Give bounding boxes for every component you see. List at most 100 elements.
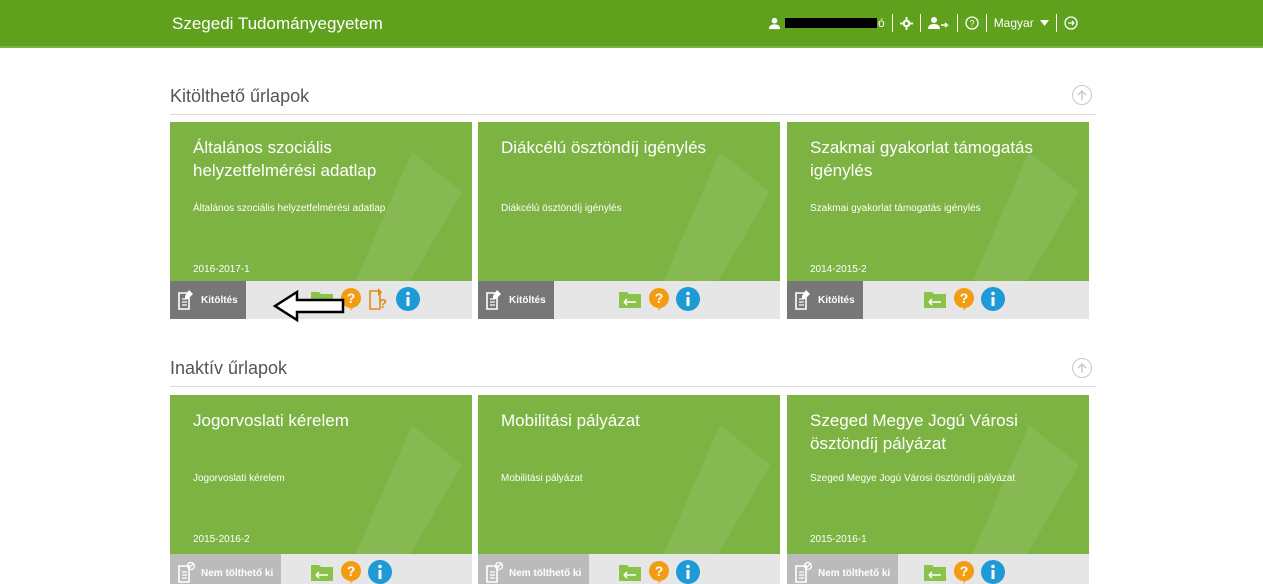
chevron-down-icon: [1039, 20, 1049, 26]
switch-user-icon[interactable]: [927, 16, 950, 30]
disabled-button: Nem tölthető ki: [170, 554, 282, 584]
header-toolbar: ó ? Magyar: [768, 13, 1078, 33]
fill-button[interactable]: Kitöltés: [787, 281, 863, 319]
disabled-button: Nem tölthető ki: [478, 554, 590, 584]
disabled-button: Nem tölthető ki: [787, 554, 899, 584]
svg-text:?: ?: [379, 296, 387, 311]
card-action-bar: Kitöltés ?: [478, 281, 780, 319]
logout-icon[interactable]: [1064, 16, 1078, 30]
card-title: Diákcélú ösztöndíj igénylés: [501, 138, 707, 157]
user-label-tail: ó: [878, 16, 885, 30]
form-disabled-icon: [795, 562, 813, 583]
card-period: 2016-2017-1: [193, 264, 250, 275]
gear-icon[interactable]: [899, 16, 913, 30]
annotation-arrow-icon: [272, 289, 345, 323]
info-icon[interactable]: [981, 287, 1005, 311]
folder-back-icon[interactable]: [923, 562, 947, 582]
svg-text:?: ?: [347, 563, 356, 579]
brand-title[interactable]: Szegedi Tudományegyetem: [172, 14, 383, 34]
card-subtitle: Szeged Megye Jogú Városi ösztöndíj pályá…: [810, 473, 1016, 484]
info-icon[interactable]: [396, 287, 420, 311]
card-subtitle: Mobilitási pályázat: [501, 473, 583, 484]
card-title: Jogorvoslati kérelem: [193, 411, 349, 430]
divider: [1055, 14, 1057, 32]
fill-button[interactable]: Kitöltés: [478, 281, 554, 319]
card-icons: ?: [310, 560, 392, 584]
language-label: Magyar: [993, 16, 1034, 30]
card-action-bar: Nem tölthető ki ?: [787, 554, 1089, 584]
card-subtitle: Szakmai gyakorlat támogatás igénylés: [810, 203, 981, 214]
help-bubble-icon[interactable]: ?: [953, 287, 975, 311]
card-action-bar: Kitöltés ?: [787, 281, 1089, 319]
form-edit-icon: [178, 290, 193, 310]
help-icon[interactable]: ?: [965, 16, 979, 30]
form-disabled-icon: [178, 562, 196, 583]
card-action-bar: Nem tölthető ki ?: [478, 554, 780, 584]
card-subtitle: Általános szociális helyzetfelmérési ada…: [193, 203, 386, 214]
language-select[interactable]: Magyar: [994, 16, 1049, 30]
folder-back-icon[interactable]: [618, 562, 642, 582]
user-menu[interactable]: ó: [768, 16, 885, 30]
form-edit-icon: [486, 290, 501, 310]
fill-button[interactable]: Kitöltés: [170, 281, 246, 319]
section-divider: [170, 114, 1096, 115]
svg-text:?: ?: [655, 290, 664, 306]
folder-back-icon[interactable]: [310, 562, 334, 582]
form-card: Jogorvoslati kérelem Jogorvoslati kérele…: [170, 395, 472, 584]
svg-text:?: ?: [347, 290, 356, 306]
card-period: 2014-2015-2: [810, 264, 867, 275]
info-icon[interactable]: [676, 287, 700, 311]
card-icons: ?: [618, 560, 700, 584]
form-card: Mobilitási pályázat Mobilitási pályázat …: [478, 395, 780, 584]
form-help-icon[interactable]: ?: [368, 287, 390, 311]
fill-button-label: Kitöltés: [509, 294, 546, 306]
card-action-bar: Nem tölthető ki ?: [170, 554, 472, 584]
folder-back-icon[interactable]: [618, 289, 642, 309]
top-bar-divider: [0, 46, 1263, 48]
card-title: Általános szociális helyzetfelmérési ada…: [193, 138, 377, 180]
divider: [891, 14, 893, 32]
form-edit-icon: [795, 290, 810, 310]
card-title: Mobilitási pályázat: [501, 411, 640, 430]
card-period: 2015-2016-1: [810, 534, 867, 545]
section-title-inactive: Inaktív űrlapok: [170, 358, 288, 378]
card-icons: ?: [618, 287, 700, 311]
info-icon[interactable]: [981, 560, 1005, 584]
help-bubble-icon[interactable]: ?: [648, 287, 670, 311]
redacted-username: [785, 18, 877, 28]
svg-text:?: ?: [960, 563, 969, 579]
disabled-button-label: Nem tölthető ki: [201, 567, 274, 579]
card-title: Szeged Megye Jogú Városi ösztöndíj pályá…: [810, 411, 1018, 453]
divider: [956, 14, 958, 32]
help-bubble-icon[interactable]: ?: [340, 560, 362, 584]
disabled-button-label: Nem tölthető ki: [509, 567, 582, 579]
form-card: Diákcélú ösztöndíj igénylés Diákcélú ösz…: [478, 122, 780, 319]
info-icon[interactable]: [676, 560, 700, 584]
section-divider: [170, 386, 1096, 387]
card-subtitle: Jogorvoslati kérelem: [193, 473, 285, 484]
card-subtitle: Diákcélú ösztöndíj igénylés: [501, 203, 622, 214]
folder-back-icon[interactable]: [923, 289, 947, 309]
fill-button-label: Kitöltés: [201, 294, 238, 306]
svg-text:?: ?: [655, 563, 664, 579]
form-card: Szakmai gyakorlat támogatás igénylés Sza…: [787, 122, 1089, 319]
scroll-up-icon[interactable]: [1072, 85, 1092, 105]
user-icon: [768, 17, 781, 30]
divider: [919, 14, 921, 32]
card-title: Szakmai gyakorlat támogatás igénylés: [810, 138, 1033, 180]
svg-text:?: ?: [969, 19, 974, 29]
help-bubble-icon[interactable]: ?: [648, 560, 670, 584]
section-title-fillable: Kitölthető űrlapok: [170, 86, 310, 106]
card-icons: ?: [923, 560, 1005, 584]
fill-button-label: Kitöltés: [818, 294, 855, 306]
divider: [985, 14, 987, 32]
card-period: 2015-2016-2: [193, 534, 250, 545]
form-card: Szeged Megye Jogú Városi ösztöndíj pályá…: [787, 395, 1089, 584]
card-icons: ?: [923, 287, 1005, 311]
form-disabled-icon: [486, 562, 504, 583]
disabled-button-label: Nem tölthető ki: [818, 567, 891, 579]
help-bubble-icon[interactable]: ?: [953, 560, 975, 584]
svg-text:?: ?: [960, 290, 969, 306]
info-icon[interactable]: [368, 560, 392, 584]
scroll-up-icon[interactable]: [1072, 358, 1092, 378]
